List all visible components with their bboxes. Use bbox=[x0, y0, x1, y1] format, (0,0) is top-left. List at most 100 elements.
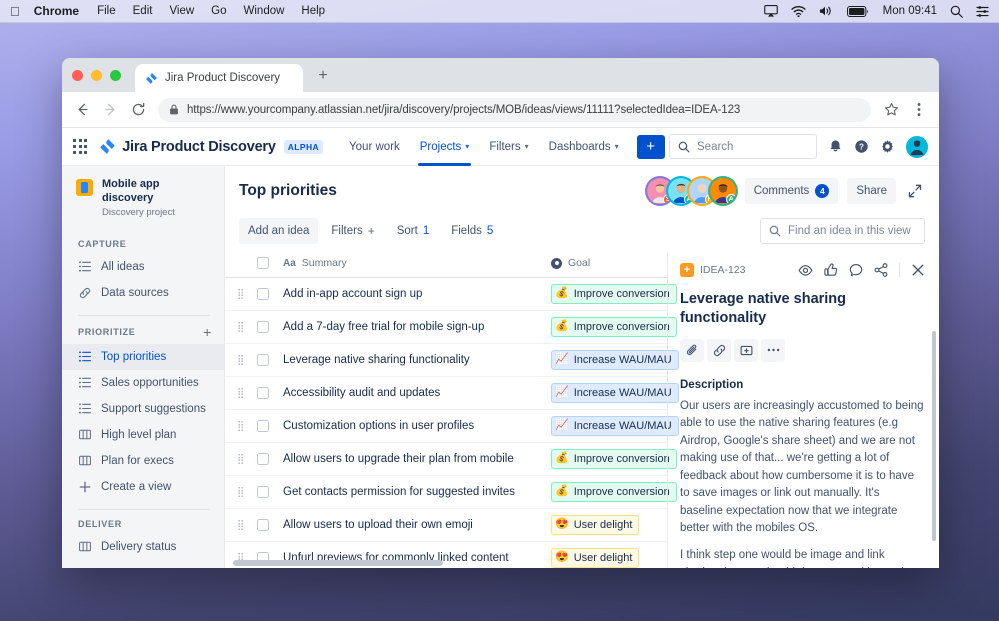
settings-gear-icon[interactable] bbox=[880, 139, 895, 154]
browser-tab[interactable]: Jira Product Discovery bbox=[135, 64, 303, 92]
more-icon[interactable] bbox=[761, 338, 785, 362]
project-header[interactable]: Mobile app discovery Discovery project bbox=[62, 178, 224, 230]
sidebar-item-sales-opportunities[interactable]: Sales opportunities bbox=[62, 370, 224, 396]
table-row[interactable]: ⣿ Allow users to upload their own emoji … bbox=[225, 508, 667, 542]
table-row[interactable]: ⣿ Add a 7-day free trial for mobile sign… bbox=[225, 310, 677, 344]
filters-button[interactable]: Filters + bbox=[322, 218, 383, 244]
wifi-icon[interactable] bbox=[791, 5, 806, 17]
sidebar-item-support-suggestions[interactable]: Support suggestions bbox=[62, 396, 224, 422]
row-goal-cell[interactable]: 💰 Improve conversion bbox=[545, 442, 677, 476]
battery-icon[interactable] bbox=[846, 5, 869, 17]
row-goal-cell[interactable]: 📈 Increase WAU/MAU bbox=[545, 409, 679, 443]
comments-button[interactable]: Comments 4 bbox=[744, 178, 839, 204]
row-drag-handle[interactable]: ⣿ bbox=[225, 508, 251, 542]
fields-button[interactable]: Fields 5 bbox=[442, 218, 502, 244]
row-drag-handle[interactable]: ⣿ bbox=[225, 310, 251, 344]
table-row[interactable]: ⣿ Accessibility audit and updates 📈 Incr… bbox=[225, 376, 679, 410]
table-row[interactable]: ⣿ Leverage native sharing functionality … bbox=[225, 343, 679, 377]
row-drag-handle[interactable]: ⣿ bbox=[225, 376, 251, 410]
row-goal-cell[interactable]: 💰 Improve conversion bbox=[545, 475, 677, 509]
comment-icon[interactable] bbox=[849, 263, 863, 277]
app-switcher-icon[interactable] bbox=[73, 139, 88, 154]
row-checkbox[interactable] bbox=[257, 453, 269, 465]
sort-button[interactable]: Sort 1 bbox=[388, 218, 439, 244]
sidebar-item-delivery-status[interactable]: Delivery status bbox=[62, 534, 224, 560]
nav-item-dashboards[interactable]: Dashboards ▾ bbox=[539, 128, 629, 166]
jira-brand[interactable]: Jira Product Discovery ALPHA bbox=[99, 138, 324, 155]
attach-icon[interactable] bbox=[680, 338, 704, 362]
avatar[interactable]: A bbox=[709, 178, 736, 204]
row-drag-handle[interactable]: ⣿ bbox=[225, 277, 251, 311]
global-search-input[interactable]: Search bbox=[669, 134, 817, 159]
expand-icon[interactable] bbox=[905, 184, 925, 198]
reload-button[interactable] bbox=[130, 102, 146, 117]
row-checkbox[interactable] bbox=[257, 288, 269, 300]
close-window-button[interactable] bbox=[72, 70, 83, 81]
menubar-item-view[interactable]: View bbox=[169, 5, 194, 17]
sidebar-item-data-sources[interactable]: Data sources bbox=[62, 280, 224, 306]
forward-button[interactable] bbox=[102, 102, 118, 117]
add-view-icon[interactable]: + bbox=[203, 325, 212, 339]
find-idea-input[interactable]: Find an idea in this view bbox=[760, 218, 925, 244]
nav-item-filters[interactable]: Filters ▾ bbox=[479, 128, 538, 166]
row-checkbox[interactable] bbox=[257, 420, 269, 432]
row-drag-handle[interactable]: ⣿ bbox=[225, 442, 251, 476]
table-row[interactable]: ⣿ Customization options in user profiles… bbox=[225, 409, 679, 443]
row-goal-cell[interactable]: 😍 User delight bbox=[545, 541, 667, 568]
row-checkbox[interactable] bbox=[257, 486, 269, 498]
detail-scrollbar[interactable] bbox=[932, 331, 936, 541]
spotlight-search-icon[interactable] bbox=[950, 5, 963, 18]
notifications-bell-icon[interactable] bbox=[828, 139, 843, 154]
row-goal-cell[interactable]: 📈 Increase WAU/MAU bbox=[545, 343, 679, 377]
volume-icon[interactable] bbox=[819, 5, 834, 17]
share-button[interactable]: Share bbox=[847, 178, 896, 204]
share-icon[interactable] bbox=[874, 263, 888, 277]
watch-icon[interactable] bbox=[798, 264, 813, 277]
row-goal-cell[interactable]: 💰 Improve conversion bbox=[545, 310, 677, 344]
sidebar-item-plan-for-execs[interactable]: Plan for execs bbox=[62, 448, 224, 474]
airplay-icon[interactable] bbox=[763, 5, 778, 17]
apple-logo-icon[interactable]:  bbox=[10, 5, 20, 18]
row-goal-cell[interactable]: 😍 User delight bbox=[545, 508, 667, 542]
chrome-menu-icon[interactable] bbox=[911, 102, 927, 117]
row-goal-cell[interactable]: 💰 Improve conversion bbox=[545, 277, 677, 311]
minimize-window-button[interactable] bbox=[91, 70, 102, 81]
horizontal-scrollbar[interactable] bbox=[233, 560, 443, 566]
idea-key[interactable]: IDEA-123 bbox=[700, 264, 746, 276]
sidebar-item-all-ideas[interactable]: All ideas bbox=[62, 254, 224, 280]
thumbs-up-icon[interactable] bbox=[824, 263, 838, 277]
sidebar-item-top-priorities[interactable]: Top priorities bbox=[62, 343, 224, 370]
url-input[interactable]: https://www.yourcompany.atlassian.net/ji… bbox=[158, 97, 871, 122]
nav-item-your-work[interactable]: Your work bbox=[339, 128, 410, 166]
table-row[interactable]: ⣿ Allow users to upgrade their plan from… bbox=[225, 442, 677, 476]
menubar-item-file[interactable]: File bbox=[97, 5, 116, 17]
row-checkbox[interactable] bbox=[257, 519, 269, 531]
control-center-icon[interactable] bbox=[976, 5, 989, 17]
row-drag-handle[interactable]: ⣿ bbox=[225, 343, 251, 377]
maximize-window-button[interactable] bbox=[110, 70, 121, 81]
menubar-app-name[interactable]: Chrome bbox=[34, 4, 79, 18]
header-goal[interactable]: Goal bbox=[545, 253, 667, 278]
sidebar-item-create-a-view[interactable]: Create a view bbox=[62, 474, 224, 500]
new-tab-button[interactable]: + bbox=[313, 66, 333, 86]
back-button[interactable] bbox=[74, 102, 90, 117]
add-idea-button[interactable]: Add an idea bbox=[239, 218, 319, 244]
table-row[interactable]: ⣿ Add in-app account sign up 💰 Improve c… bbox=[225, 277, 677, 311]
row-drag-handle[interactable]: ⣿ bbox=[225, 475, 251, 509]
header-summary[interactable]: Aa Summary bbox=[277, 253, 545, 278]
row-goal-cell[interactable]: 📈 Increase WAU/MAU bbox=[545, 376, 679, 410]
user-avatar[interactable] bbox=[906, 135, 928, 158]
bookmark-star-icon[interactable] bbox=[883, 102, 899, 117]
row-checkbox[interactable] bbox=[257, 354, 269, 366]
menubar-item-help[interactable]: Help bbox=[301, 5, 325, 17]
link-icon[interactable] bbox=[707, 338, 731, 362]
row-drag-handle[interactable]: ⣿ bbox=[225, 409, 251, 443]
sidebar-item-high-level-plan[interactable]: High level plan bbox=[62, 422, 224, 448]
add-card-icon[interactable] bbox=[734, 338, 758, 362]
create-button[interactable]: + bbox=[636, 134, 665, 159]
select-all-checkbox[interactable] bbox=[257, 257, 269, 269]
row-checkbox[interactable] bbox=[257, 321, 269, 333]
table-row[interactable]: ⣿ Get contacts permission for suggested … bbox=[225, 475, 677, 509]
menubar-item-go[interactable]: Go bbox=[211, 5, 226, 17]
menubar-item-edit[interactable]: Edit bbox=[133, 5, 153, 17]
